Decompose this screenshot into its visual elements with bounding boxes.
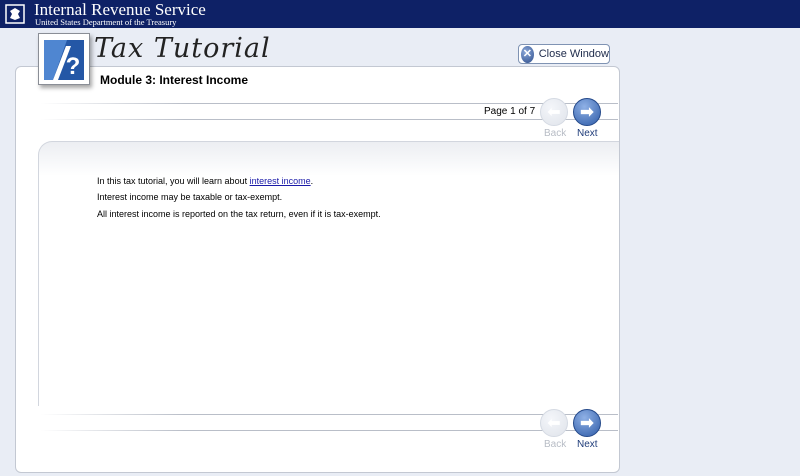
back-button-bottom[interactable]: ⬅ [540, 409, 568, 437]
irs-header-bar: Internal Revenue Service United States D… [0, 0, 800, 28]
svg-text:?: ? [66, 53, 81, 80]
next-arrow-icon: ➡ [580, 415, 594, 432]
next-button-bottom[interactable]: ➡ [573, 409, 601, 437]
tax-tutorial-logo: ? [38, 33, 90, 85]
content-line-1-text: In this tax tutorial, you will learn abo… [97, 176, 250, 186]
next-label-top[interactable]: Next [577, 128, 598, 139]
department-name: United States Department of the Treasury [35, 17, 177, 27]
back-label-bottom: Back [544, 439, 567, 450]
content-line-3: All interest income is reported on the t… [97, 209, 381, 219]
close-x-icon: ✕ [521, 45, 534, 63]
top-divider-lower [40, 119, 618, 120]
interest-income-link[interactable]: interest income [250, 176, 311, 186]
irs-eagle-logo-icon [5, 4, 25, 24]
tutorial-title: Tax Tutorial [94, 33, 271, 64]
next-arrow-icon: ➡ [580, 104, 594, 121]
content-line-1: In this tax tutorial, you will learn abo… [97, 176, 313, 186]
back-label-top: Back [544, 128, 567, 139]
module-title: Module 3: Interest Income [100, 73, 249, 87]
next-button-top[interactable]: ➡ [573, 98, 601, 126]
question-mark-icon: ? [44, 40, 84, 80]
back-arrow-icon: ⬅ [547, 415, 561, 432]
bottom-divider [40, 414, 618, 415]
back-arrow-icon: ⬅ [547, 104, 561, 121]
page-indicator: Page 1 of 7 [484, 106, 536, 117]
next-label-bottom[interactable]: Next [577, 439, 598, 450]
content-line-2: Interest income may be taxable or tax-ex… [97, 192, 283, 202]
close-window-button[interactable]: ✕ Close Window [518, 44, 610, 64]
content-line-1-suffix: . [310, 176, 314, 186]
bottom-divider-lower [40, 430, 618, 431]
back-button-top[interactable]: ⬅ [540, 98, 568, 126]
close-window-label: Close Window [538, 48, 609, 60]
top-divider [40, 103, 618, 104]
